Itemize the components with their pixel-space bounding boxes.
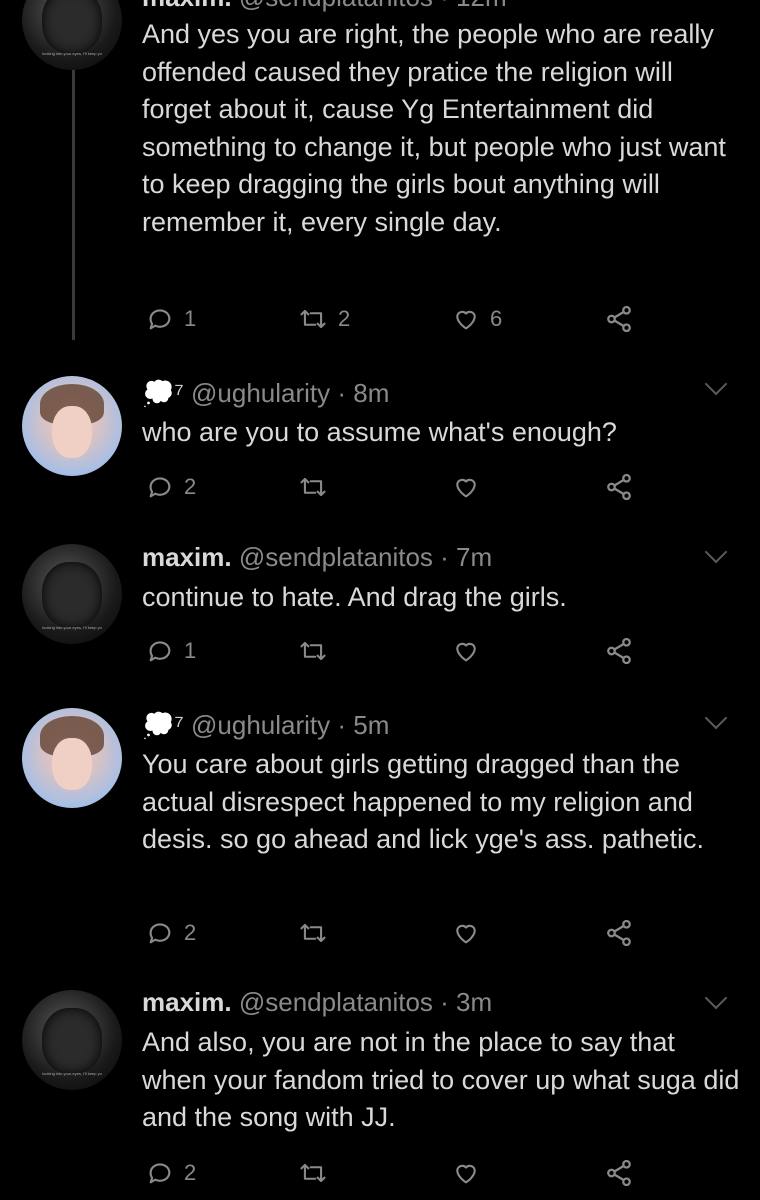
display-name-badge[interactable]: 💭⁷ bbox=[142, 710, 184, 740]
handle[interactable]: @ughularity bbox=[191, 378, 330, 408]
tweet-header: maxim. @sendplatanitos · 7m bbox=[142, 542, 493, 572]
reply-button[interactable]: 2 bbox=[146, 915, 196, 951]
reply-count: 2 bbox=[184, 474, 197, 499]
handle[interactable]: @sendplatanitos bbox=[239, 987, 433, 1017]
chevron-down-icon[interactable] bbox=[704, 986, 728, 1010]
timestamp[interactable]: 7m bbox=[456, 542, 492, 572]
retweet-button[interactable] bbox=[298, 1155, 338, 1191]
display-name[interactable]: maxim. bbox=[142, 987, 232, 1017]
display-name[interactable]: maxim. bbox=[142, 542, 232, 572]
share-button[interactable] bbox=[604, 469, 634, 505]
avatar[interactable]: looking into your eyes, I'll keep yo bbox=[22, 544, 122, 644]
retweet-count: 2 bbox=[338, 306, 351, 331]
tweet-actions: 1 2 6 bbox=[0, 301, 760, 337]
retweet-icon bbox=[300, 309, 326, 329]
tweet-header: maxim. @sendplatanitos · 12m bbox=[142, 0, 507, 13]
share-icon bbox=[607, 637, 631, 665]
reply-button[interactable]: 2 bbox=[146, 469, 196, 505]
chevron-down-icon[interactable] bbox=[704, 706, 728, 730]
avatar[interactable]: looking into your eyes, I'll keep yo bbox=[22, 990, 122, 1090]
tweet-text: continue to hate. And drag the girls. bbox=[142, 582, 567, 612]
heart-icon bbox=[456, 924, 476, 944]
tweet-text: who are you to assume what's enough? bbox=[142, 417, 617, 447]
tweet-text: And also, you are not in the place to sa… bbox=[142, 1027, 740, 1132]
share-button[interactable] bbox=[604, 915, 634, 951]
reply-count: 2 bbox=[184, 920, 197, 945]
retweet-icon bbox=[300, 923, 326, 943]
tweet-text: And yes you are right, the people who ar… bbox=[142, 19, 726, 237]
retweet-button[interactable]: 2 bbox=[298, 301, 350, 337]
reply-button[interactable]: 2 bbox=[146, 1155, 196, 1191]
avatar[interactable]: looking into your eyes, I'll keep yo bbox=[22, 0, 122, 70]
handle[interactable]: @sendplatanitos bbox=[239, 542, 433, 572]
tweet-actions: 2 bbox=[0, 1155, 760, 1191]
reply-count: 1 bbox=[184, 306, 197, 331]
share-button[interactable] bbox=[604, 1155, 634, 1191]
share-button[interactable] bbox=[604, 301, 634, 337]
handle[interactable]: @sendplatanitos bbox=[239, 0, 433, 12]
display-name[interactable]: maxim. bbox=[142, 0, 232, 12]
share-icon bbox=[607, 1159, 631, 1187]
retweet-button[interactable] bbox=[298, 469, 338, 505]
heart-icon bbox=[456, 642, 476, 662]
avatar[interactable] bbox=[22, 708, 122, 808]
reply-button[interactable]: 1 bbox=[146, 633, 196, 669]
reply-icon bbox=[149, 477, 171, 498]
timestamp[interactable]: 3m bbox=[456, 987, 492, 1017]
retweet-button[interactable] bbox=[298, 633, 338, 669]
chevron-down-icon[interactable] bbox=[704, 540, 728, 564]
share-icon bbox=[607, 919, 631, 947]
reply-icon bbox=[149, 923, 171, 944]
tweet-header: 💭⁷ @ughularity · 5m bbox=[142, 710, 390, 740]
retweet-icon bbox=[300, 477, 326, 497]
retweet-button[interactable] bbox=[298, 915, 338, 951]
display-name-badge[interactable]: 💭⁷ bbox=[142, 378, 184, 408]
retweet-icon bbox=[300, 1163, 326, 1183]
tweet-actions: 2 bbox=[0, 915, 760, 951]
tweet-header: 💭⁷ @ughularity · 8m bbox=[142, 378, 390, 408]
heart-icon bbox=[456, 310, 476, 330]
tweet-actions: 2 bbox=[0, 469, 760, 505]
tweet-actions: 1 bbox=[0, 633, 760, 669]
timestamp[interactable]: 12m bbox=[456, 0, 507, 12]
heart-icon bbox=[456, 1164, 476, 1184]
like-button[interactable] bbox=[452, 915, 490, 951]
like-button[interactable] bbox=[452, 1155, 490, 1191]
share-icon bbox=[607, 305, 631, 333]
share-button[interactable] bbox=[604, 633, 634, 669]
reply-icon bbox=[149, 309, 171, 330]
tweet-text: You care about girls getting dragged tha… bbox=[142, 749, 704, 854]
like-count: 6 bbox=[490, 306, 503, 331]
avatar[interactable] bbox=[22, 376, 122, 476]
reply-button[interactable]: 1 bbox=[146, 301, 196, 337]
reply-count: 1 bbox=[184, 638, 197, 663]
retweet-icon bbox=[300, 641, 326, 661]
reply-icon bbox=[149, 641, 171, 662]
like-button[interactable]: 6 bbox=[452, 301, 502, 337]
timestamp[interactable]: 5m bbox=[353, 710, 389, 740]
tweet-header: maxim. @sendplatanitos · 3m bbox=[142, 987, 493, 1017]
chevron-down-icon[interactable] bbox=[704, 372, 728, 396]
like-button[interactable] bbox=[452, 469, 490, 505]
like-button[interactable] bbox=[452, 633, 490, 669]
timestamp[interactable]: 8m bbox=[353, 378, 389, 408]
handle[interactable]: @ughularity bbox=[191, 710, 330, 740]
heart-icon bbox=[456, 478, 476, 498]
reply-count: 2 bbox=[184, 1160, 197, 1185]
share-icon bbox=[607, 473, 631, 501]
reply-icon bbox=[149, 1163, 171, 1184]
